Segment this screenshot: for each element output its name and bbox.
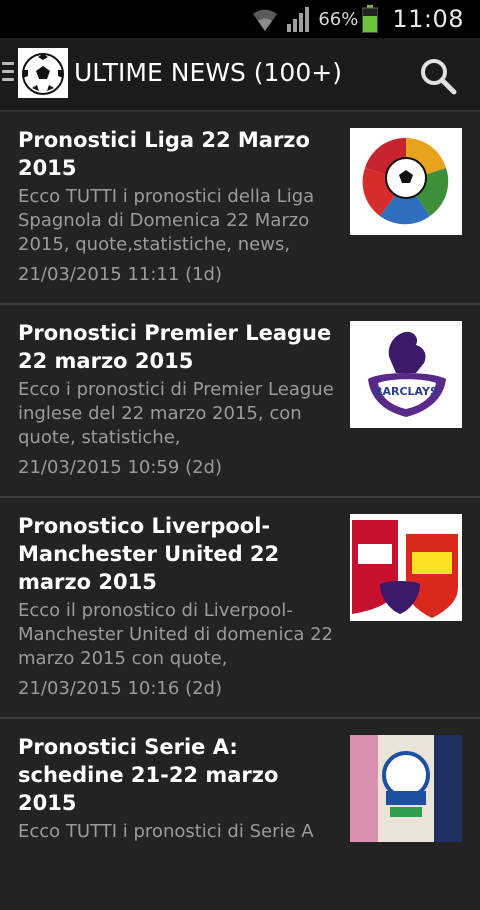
news-excerpt: Ecco TUTTI i pronostici della Liga Spagn… bbox=[18, 186, 315, 255]
news-excerpt: Ecco il pronostico di Liverpool-Manchest… bbox=[18, 600, 333, 669]
search-icon[interactable] bbox=[418, 56, 458, 96]
wifi-icon bbox=[253, 9, 278, 32]
news-date: 21/03/2015 11:11 (1d) bbox=[18, 264, 222, 285]
liverpool-manutd-logos bbox=[350, 514, 462, 621]
news-list: Pronostici Liga 22 Marzo 2015 Ecco TUTTI… bbox=[0, 112, 480, 910]
menu-icon[interactable] bbox=[2, 62, 14, 86]
news-date: 21/03/2015 10:16 (2d) bbox=[18, 678, 222, 699]
status-bar: 66% 11:08 bbox=[0, 0, 480, 38]
news-item[interactable]: Pronostici Serie A: schedine 21-22 marzo… bbox=[0, 719, 480, 910]
news-item[interactable]: Pronostici Liga 22 Marzo 2015 Ecco TUTTI… bbox=[0, 112, 480, 305]
battery-icon bbox=[362, 5, 379, 33]
news-item[interactable]: Pronostico Liverpool-Manchester United 2… bbox=[0, 498, 480, 719]
news-excerpt: Ecco TUTTI i pronostici di Serie A bbox=[18, 821, 314, 842]
clock: 11:08 bbox=[392, 5, 464, 33]
news-title: Pronostico Liverpool-Manchester United 2… bbox=[18, 514, 280, 594]
battery-percent: 66% bbox=[318, 8, 359, 30]
news-title: Pronostici Liga 22 Marzo 2015 bbox=[18, 128, 310, 180]
premier-league-logo: BARCLAYS bbox=[350, 321, 462, 428]
news-title: Pronostici Premier League 22 marzo 2015 bbox=[18, 321, 332, 373]
page-title: ULTIME NEWS (100+) bbox=[74, 58, 342, 87]
action-bar: ULTIME NEWS (100+) bbox=[0, 38, 480, 112]
liga-logo bbox=[350, 128, 462, 235]
news-excerpt: Ecco i pronostici di Premier League ingl… bbox=[18, 379, 334, 448]
news-title: Pronostici Serie A: schedine 21-22 marzo… bbox=[18, 735, 279, 815]
serie-a-logo bbox=[350, 735, 462, 842]
news-item[interactable]: Pronostici Premier League 22 marzo 2015 … bbox=[0, 305, 480, 498]
news-date: 21/03/2015 10:59 (2d) bbox=[18, 457, 222, 478]
football-logo[interactable] bbox=[18, 48, 68, 98]
signal-icon bbox=[287, 7, 310, 32]
barclays-label: BARCLAYS bbox=[374, 385, 438, 398]
